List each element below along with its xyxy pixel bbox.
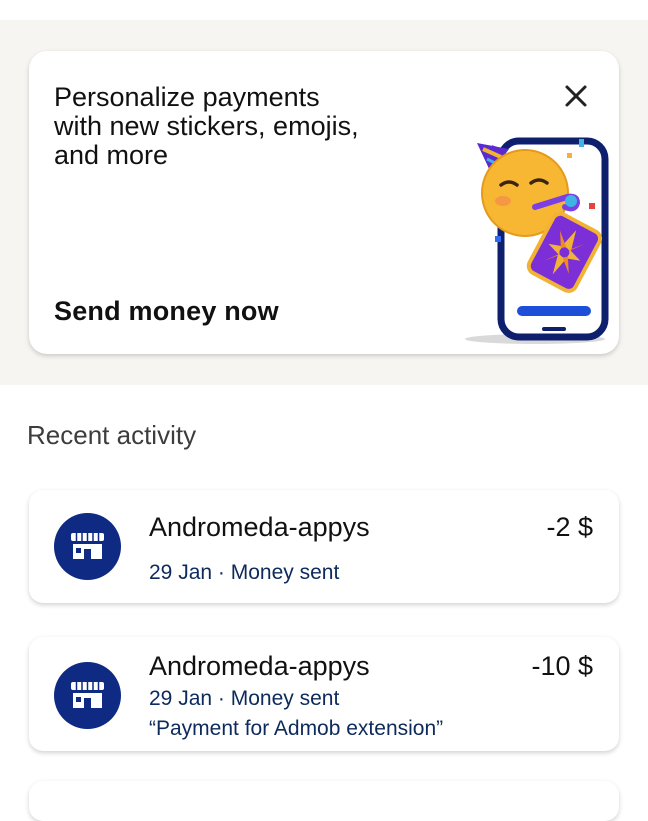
send-money-now-link[interactable]: Send money now	[54, 296, 279, 327]
transaction-date: 29 Jan	[149, 561, 213, 584]
transaction-note: “Payment for Admob extension”	[149, 717, 444, 740]
phone-party-illustration	[439, 131, 609, 346]
transaction-details: 29 Jan · Money sent	[149, 561, 339, 585]
promo-line-1: Personalize payments	[54, 82, 320, 112]
detail-separator: ·	[212, 561, 231, 584]
transaction-type: Money sent	[230, 561, 340, 584]
promo-line-2: with new stickers, emojis,	[54, 111, 359, 141]
transaction-card[interactable]	[29, 781, 619, 821]
top-strip	[0, 0, 648, 20]
store-icon	[54, 513, 121, 580]
promo-line-3: and more	[54, 140, 169, 170]
transaction-type: Money sent	[230, 687, 340, 710]
promo-section: Personalize payments with new stickers, …	[0, 20, 648, 385]
close-icon[interactable]	[561, 81, 591, 111]
transaction-card[interactable]: Andromeda-appys -10 $ 29 Jan · Money sen…	[29, 637, 619, 751]
promo-card[interactable]: Personalize payments with new stickers, …	[29, 51, 619, 354]
promo-message: Personalize payments with new stickers, …	[54, 83, 424, 170]
transaction-date: 29 Jan	[149, 687, 213, 710]
recent-activity-heading: Recent activity	[27, 420, 197, 450]
transaction-details: 29 Jan · Money sent	[149, 687, 339, 711]
transaction-amount: -2 $	[546, 512, 593, 542]
store-icon	[54, 662, 121, 729]
detail-separator: ·	[212, 687, 231, 710]
transaction-amount: -10 $	[531, 651, 593, 681]
transaction-merchant-name: Andromeda-appys	[149, 651, 370, 681]
transaction-merchant-name: Andromeda-appys	[149, 512, 370, 542]
transaction-card[interactable]: Andromeda-appys -2 $ 29 Jan · Money sent	[29, 490, 619, 603]
